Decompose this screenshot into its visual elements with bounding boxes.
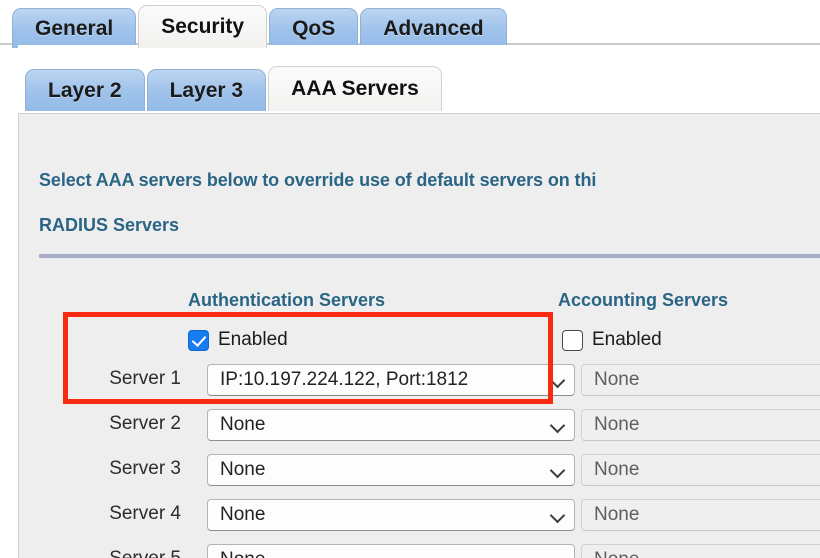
server-1-authentication-value: IP:10.197.224.122, Port:1812: [220, 369, 469, 390]
server-5-authentication-value: None: [220, 549, 544, 558]
server-5-label: Server 5: [81, 548, 181, 558]
server-1-accounting-value: None: [594, 369, 640, 390]
server-2-accounting-select[interactable]: None: [581, 409, 820, 441]
subtab-aaa-servers-label: AAA Servers: [291, 77, 419, 100]
server-2-authentication-select[interactable]: None: [207, 409, 575, 441]
server-5-accounting-select[interactable]: None: [581, 544, 820, 558]
chevron-down-icon: [550, 417, 566, 433]
tab-general[interactable]: General: [12, 8, 137, 48]
server-1-accounting-select[interactable]: None: [581, 364, 820, 396]
server-4-accounting-select[interactable]: None: [581, 499, 820, 531]
column-header-accounting: Accounting Servers: [558, 290, 729, 310]
server-3-authentication-value: None: [220, 459, 266, 480]
checkbox-checked-icon: [188, 329, 209, 351]
server-1-authentication-select[interactable]: IP:10.197.224.122, Port:1812: [207, 364, 575, 396]
authentication-enabled-row: Enabled: [188, 326, 288, 354]
tab-security[interactable]: Security: [138, 5, 268, 48]
server-5-authentication-select[interactable]: None: [207, 544, 575, 558]
server-2-accounting-value: None: [594, 414, 640, 435]
server-3-accounting-select[interactable]: None: [581, 454, 820, 486]
panel-intro-text: Select AAA servers below to override use…: [39, 170, 597, 190]
tab-general-label: General: [35, 16, 114, 40]
server-4-label: Server 4: [109, 503, 181, 524]
tab-advanced-label: Advanced: [383, 16, 484, 40]
tab-qos-label: QoS: [292, 16, 336, 40]
server-4-authentication-select[interactable]: None: [207, 499, 575, 531]
tab-advanced[interactable]: Advanced: [360, 8, 507, 48]
radius-servers-heading: RADIUS Servers: [39, 215, 180, 235]
server-5-accounting-value: None: [594, 549, 820, 558]
server-3-accounting-value: None: [594, 459, 640, 480]
subtab-layer-3[interactable]: Layer 3: [146, 69, 267, 111]
application-window: General Security QoS Advanced Layer 2 La…: [0, 0, 820, 558]
checkbox-unchecked-icon: [562, 329, 583, 351]
server-1-label: Server 1: [109, 368, 181, 389]
secondary-tab-strip: Layer 2 Layer 3 AAA Servers: [18, 45, 820, 114]
aaa-servers-panel: Select AAA servers below to override use…: [18, 113, 820, 558]
subtab-layer-2-label: Layer 2: [48, 78, 122, 102]
secondary-tab-list: Layer 2 Layer 3 AAA Servers: [25, 66, 444, 111]
accounting-enabled-label: Enabled: [592, 329, 662, 350]
server-4-accounting-value: None: [594, 504, 640, 525]
chevron-down-icon: [550, 507, 566, 523]
column-header-authentication: Authentication Servers: [188, 290, 386, 310]
primary-tab-strip: General Security QoS Advanced: [0, 0, 820, 48]
server-3-label: Server 3: [109, 458, 181, 479]
chevron-down-icon: [550, 462, 566, 478]
accounting-enabled-checkbox[interactable]: Enabled: [562, 326, 662, 354]
server-3-authentication-select[interactable]: None: [207, 454, 575, 486]
subtab-layer-2[interactable]: Layer 2: [25, 69, 145, 111]
server-2-label: Server 2: [109, 413, 181, 434]
accounting-enabled-row: Enabled: [562, 326, 662, 354]
server-4-authentication-value: None: [220, 504, 266, 525]
authentication-enabled-checkbox[interactable]: Enabled: [188, 326, 288, 354]
tab-security-label: Security: [161, 15, 245, 38]
tab-qos[interactable]: QoS: [269, 8, 359, 48]
chevron-down-icon: [550, 372, 566, 388]
server-2-authentication-value: None: [220, 414, 266, 435]
subtab-aaa-servers[interactable]: AAA Servers: [268, 66, 442, 111]
subtab-layer-3-label: Layer 3: [169, 78, 244, 102]
authentication-enabled-label: Enabled: [218, 329, 288, 350]
section-divider: [39, 254, 820, 258]
chevron-down-icon: [550, 552, 566, 558]
primary-tab-list: General Security QoS Advanced: [12, 5, 509, 48]
